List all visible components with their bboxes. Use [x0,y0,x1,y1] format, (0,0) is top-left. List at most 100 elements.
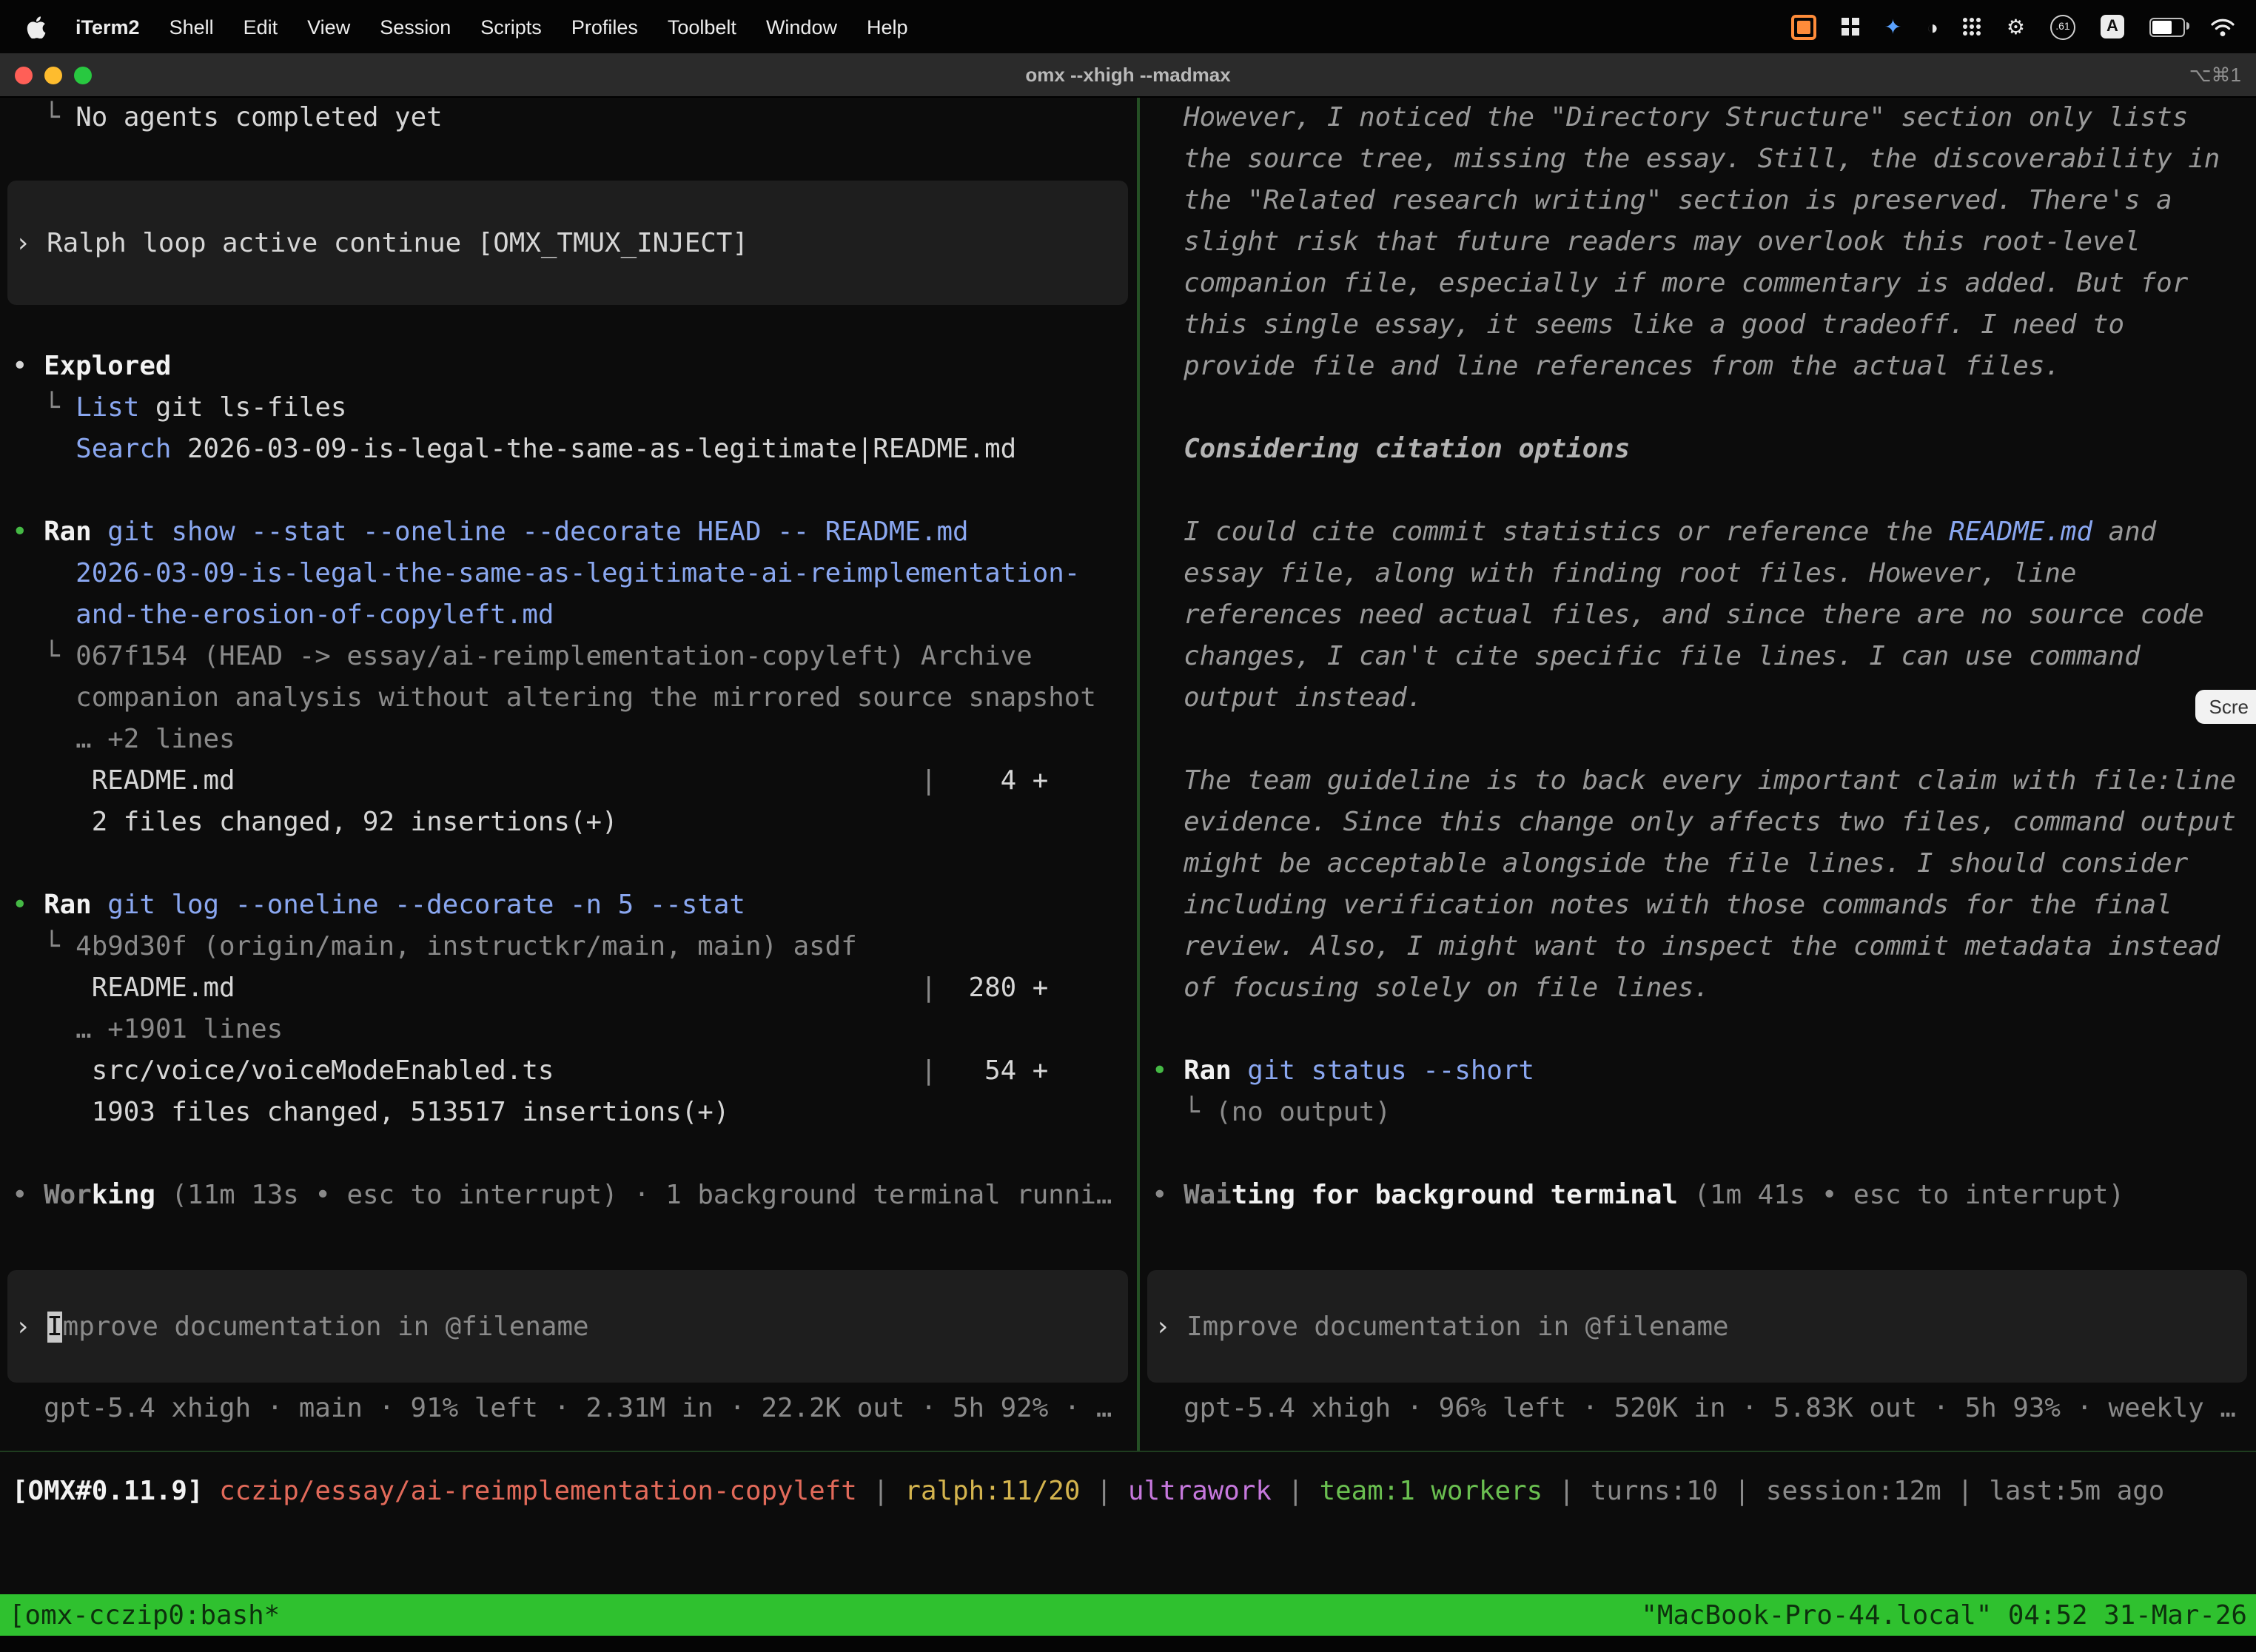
spark-icon[interactable]: ✦ [1884,12,1901,41]
window-shortcut-badge: ⌥⌘1 [2189,63,2256,87]
text-segment: 2 files changed, 92 insertions(+) [12,807,618,838]
zoom-button[interactable] [74,66,92,84]
right-pane-rows: However, I noticed the "Directory Struct… [1140,98,2256,1258]
text-segment: 4 + [936,765,1048,796]
terminal-line: … +2 lines [0,719,1137,761]
text-segment: ralph:11/20 [904,1476,1080,1507]
right-prompt-input[interactable]: › Improve documentation in @filename [1147,1270,2247,1383]
text-segment: (11m 13s • esc to interrupt) · 1 backgro… [155,1180,1112,1211]
text-segment: git show --stat --oneline --decorate HEA… [92,517,969,548]
text-segment: this single essay, it seems like a good … [1152,309,2124,340]
menu-item-scripts[interactable]: Scripts [466,16,557,38]
input-source-icon[interactable]: A [2101,12,2124,41]
terminal-line: • Ran git show --stat --oneline --decora… [0,512,1137,554]
text-segment: README.md [12,973,235,1004]
left-prompt-input[interactable]: › Improve documentation in @filename [7,1270,1128,1383]
terminal-line: 1903 files changed, 513517 insertions(+) [0,1092,1137,1134]
terminal-line: └ No agents completed yet [0,98,1137,139]
text-segment: I [47,1311,63,1342]
screen: iTerm2 Shell Edit View Session Scripts P… [0,0,2256,1652]
text-segment: and [2092,517,2156,548]
window-grid-icon[interactable] [1842,12,1859,41]
menu-item-toolbelt[interactable]: Toolbelt [653,16,751,38]
text-segment: Wai [1184,1180,1232,1211]
terminal-line: provide file and line references from th… [1140,346,2256,388]
text-segment: | [554,1055,936,1087]
title-bar[interactable]: omx --xhigh --madmax ⌥⌘1 [0,53,2256,98]
text-segment: • [12,1180,44,1211]
terminal-line: However, I noticed the "Directory Struct… [1140,98,2256,139]
terminal-line: 2 files changed, 92 insertions(+) [0,802,1137,844]
battery-percent-icon[interactable]: .61 [2050,12,2075,41]
text-segment: • [12,517,44,548]
prompt-banner[interactable]: › Ralph loop active continue [OMX_TMUX_I… [7,181,1128,305]
text-segment: 280 + [936,973,1048,1004]
text-segment: might be acceptable alongside the file l… [1152,848,2188,879]
text-segment: | [235,973,937,1004]
text-segment: Ran [1184,1055,1232,1087]
text-segment: Explored [44,351,171,382]
menu-bar-status-icons: ✦ ◑ ⚙ .61 A [1791,12,2256,41]
close-button[interactable] [15,66,33,84]
minimize-button[interactable] [44,66,62,84]
terminal-blank-line [1140,1134,2256,1175]
text-segment: gpt-5.4 xhigh · 96% left · 520K in · 5.8… [1152,1393,2236,1424]
terminal-blank-line [1140,471,2256,512]
menu-item-session[interactable]: Session [365,16,466,38]
text-segment: └ 067f154 (HEAD -> essay/ai-reimplementa… [12,641,1033,672]
text-segment: › [15,1311,47,1342]
omx-status-line: [OMX#0.11.9] cczip/essay/ai-reimplementa… [0,1452,2256,1513]
right-pane[interactable]: However, I noticed the "Directory Struct… [1140,98,2256,1451]
gear-icon[interactable]: ⚙ [2007,12,2025,41]
text-segment: companion file, especially if more comme… [1152,268,2188,299]
text-segment: slight risk that future readers may over… [1152,226,2141,258]
terminal-line: └ 067f154 (HEAD -> essay/ai-reimplementa… [0,637,1137,678]
text-segment: … +1901 lines [12,1014,283,1045]
text-segment: cczip/essay/ai-reimplementation-copyleft [219,1476,857,1507]
battery-icon[interactable] [2149,12,2185,41]
text-segment: including verification notes with those … [1152,890,2172,921]
terminal-line: • Explored [0,346,1137,388]
moon-icon[interactable]: ◑ [1927,12,1938,41]
terminal-line: evidence. Since this change only affects… [1140,802,2256,844]
text-segment: Wor [44,1180,92,1211]
text-segment: essay file, along with finding root file… [1152,558,2076,589]
menu-item-window[interactable]: Window [751,16,852,38]
text-segment: king [92,1180,155,1211]
tmux-status-bar[interactable]: [omx-cczip0:bash* "MacBook-Pro-44.local"… [0,1594,2256,1636]
text-segment: No agents completed yet [75,102,443,133]
wifi-icon[interactable] [2210,12,2235,41]
terminal-line: Considering citation options [1140,429,2256,471]
dots-grid-icon[interactable] [1964,12,1981,41]
screen-record-icon[interactable] [1791,12,1816,41]
terminal-line: references need actual files, and since … [1140,595,2256,637]
text-segment: • [12,890,44,921]
text-segment: git ls-files [139,392,346,423]
text-segment: › Ralph loop active continue [OMX_TMUX_I… [15,227,748,258]
menu-item-iterm2[interactable]: iTerm2 [61,16,155,38]
screen-share-button[interactable]: Scre [2196,690,2256,724]
right-prompt-input-line: › Improve documentation in @filename [1147,1311,1729,1342]
prompt-banner-line: › Ralph loop active continue [OMX_TMUX_I… [7,227,748,258]
terminal-blank-line [0,1217,1137,1258]
menu-item-profiles[interactable]: Profiles [557,16,653,38]
terminal-line: companion analysis without altering the … [0,678,1137,719]
text-segment: output instead. [1152,682,1423,713]
menu-item-help[interactable]: Help [852,16,923,38]
text-segment: • [1152,1055,1184,1087]
apple-menu-icon[interactable] [18,16,61,38]
text-segment: The team guideline is to back every impo… [1152,765,2236,796]
menu-item-shell[interactable]: Shell [155,16,229,38]
tmux-session-label: [omx-cczip0:bash* [9,1599,280,1631]
text-segment: git log --oneline --decorate -n 5 --stat [92,890,745,921]
text-segment: the source tree, missing the essay. Stil… [1152,144,2220,175]
menu-item-view[interactable]: View [292,16,365,38]
terminal-blank-line [1140,1010,2256,1051]
left-pane[interactable]: └ No agents completed yet › Ralph loop ac… [0,98,1137,1451]
menu-item-edit[interactable]: Edit [229,16,293,38]
menu-bar-left: iTerm2 Shell Edit View Session Scripts P… [0,16,923,38]
terminal-line: 2026-03-09-is-legal-the-same-as-legitima… [0,554,1137,595]
text-segment: › [1155,1311,1186,1342]
terminal-line: • Working (11m 13s • esc to interrupt) ·… [0,1175,1137,1217]
terminal-line: The team guideline is to back every impo… [1140,761,2256,802]
